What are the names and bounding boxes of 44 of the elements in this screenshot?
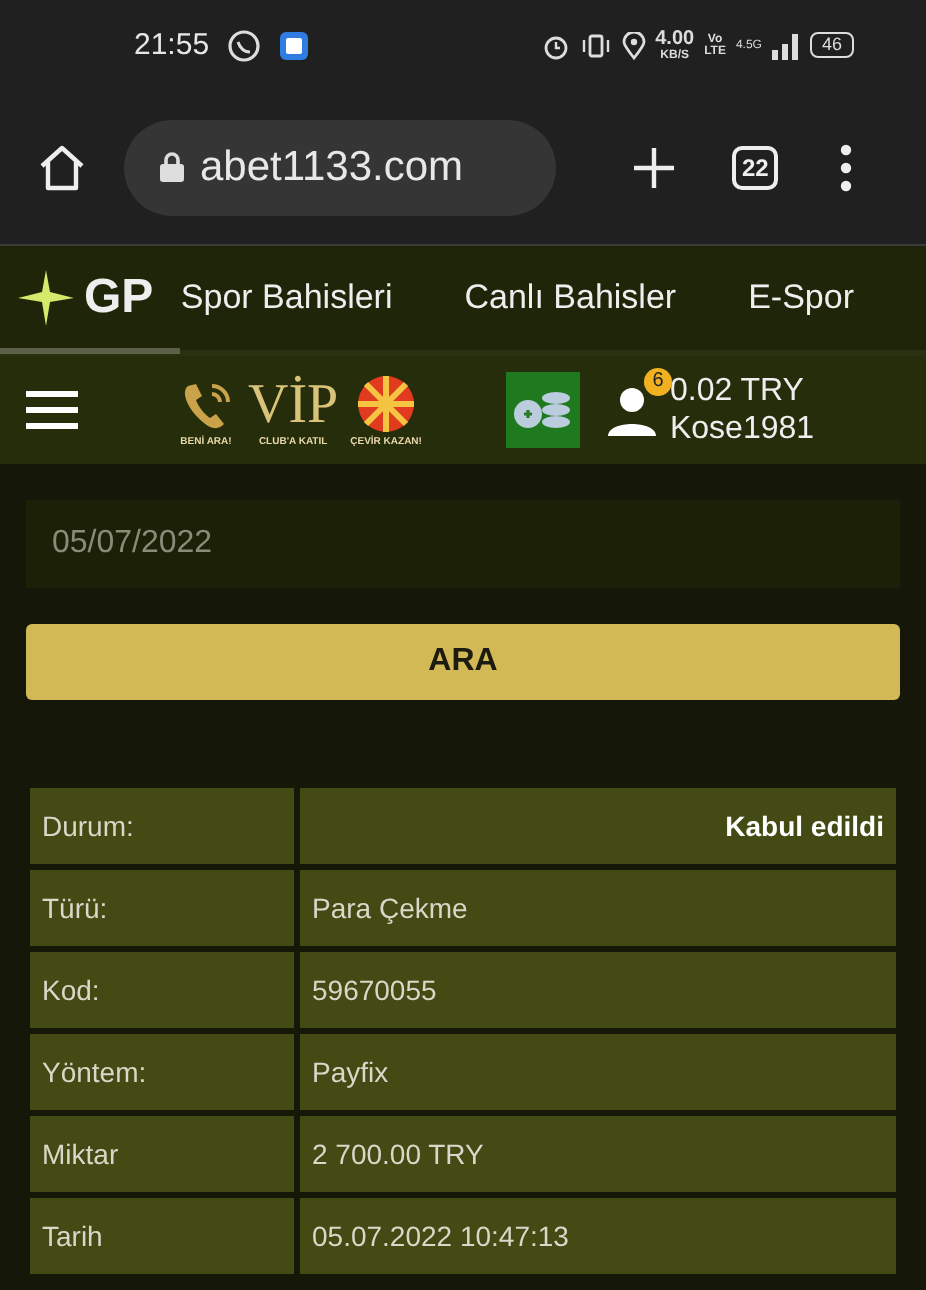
table-cell: Kabul edildi — [300, 788, 896, 864]
location-pin-icon — [621, 31, 646, 59]
table-cell: 05.07.2022 10:47:13 — [300, 1198, 896, 1274]
url-text: abet1133.com — [200, 143, 464, 191]
logo-text: GP — [84, 270, 154, 326]
username: Kose1981 — [669, 410, 815, 448]
table-cell: Türü: — [30, 870, 294, 946]
table-cell: Kod: — [30, 952, 294, 1028]
clock-time: 21:55 — [134, 28, 210, 62]
table-cell: Miktar — [30, 1116, 294, 1192]
date-field[interactable]: 05/07/2022 — [26, 500, 900, 588]
nav-tab[interactable]: Spor Bahisleri — [180, 278, 393, 318]
alarm-icon — [541, 31, 570, 59]
table-cell: 59670055 — [300, 952, 896, 1028]
battery-indicator: 46 — [809, 32, 854, 58]
home-icon[interactable] — [36, 143, 88, 191]
chat-bubble-icon — [225, 27, 262, 63]
signal-bars-icon — [771, 31, 800, 59]
nav-tab[interactable]: Canlı Bahisler — [464, 278, 677, 318]
notification-badge: 6 — [643, 367, 672, 395]
table-cell: Para Çekme — [300, 870, 896, 946]
nav-tab[interactable]: E-Spor — [748, 278, 854, 318]
vibrate-icon — [579, 31, 612, 59]
table-cell: 2 700.00 TRY — [300, 1116, 896, 1192]
coins-icon — [510, 388, 575, 432]
star-icon — [16, 268, 76, 328]
vip-text: VİP — [248, 377, 339, 433]
balance: 0.02 TRY — [669, 372, 806, 410]
table-cell: Payfix — [300, 1034, 896, 1110]
table-cell: Durum: — [30, 788, 294, 864]
address-bar[interactable]: abet1133.com — [124, 119, 556, 215]
search-button[interactable]: ARA — [26, 624, 900, 700]
user-icon[interactable] — [607, 383, 656, 435]
menu-icon[interactable] — [838, 143, 855, 191]
menu-icon[interactable] — [26, 390, 78, 430]
prize-wheel-icon — [356, 373, 417, 433]
lock-icon — [160, 152, 184, 182]
table-cell: Yöntem: — [30, 1034, 294, 1110]
deposit-button[interactable] — [505, 372, 580, 448]
tab-count-button[interactable]: 22 — [732, 145, 779, 189]
plus-icon[interactable] — [632, 145, 676, 189]
table-cell: Tarih — [30, 1198, 294, 1274]
app-icon — [277, 29, 310, 61]
speed-value: 4.00 — [655, 29, 695, 49]
